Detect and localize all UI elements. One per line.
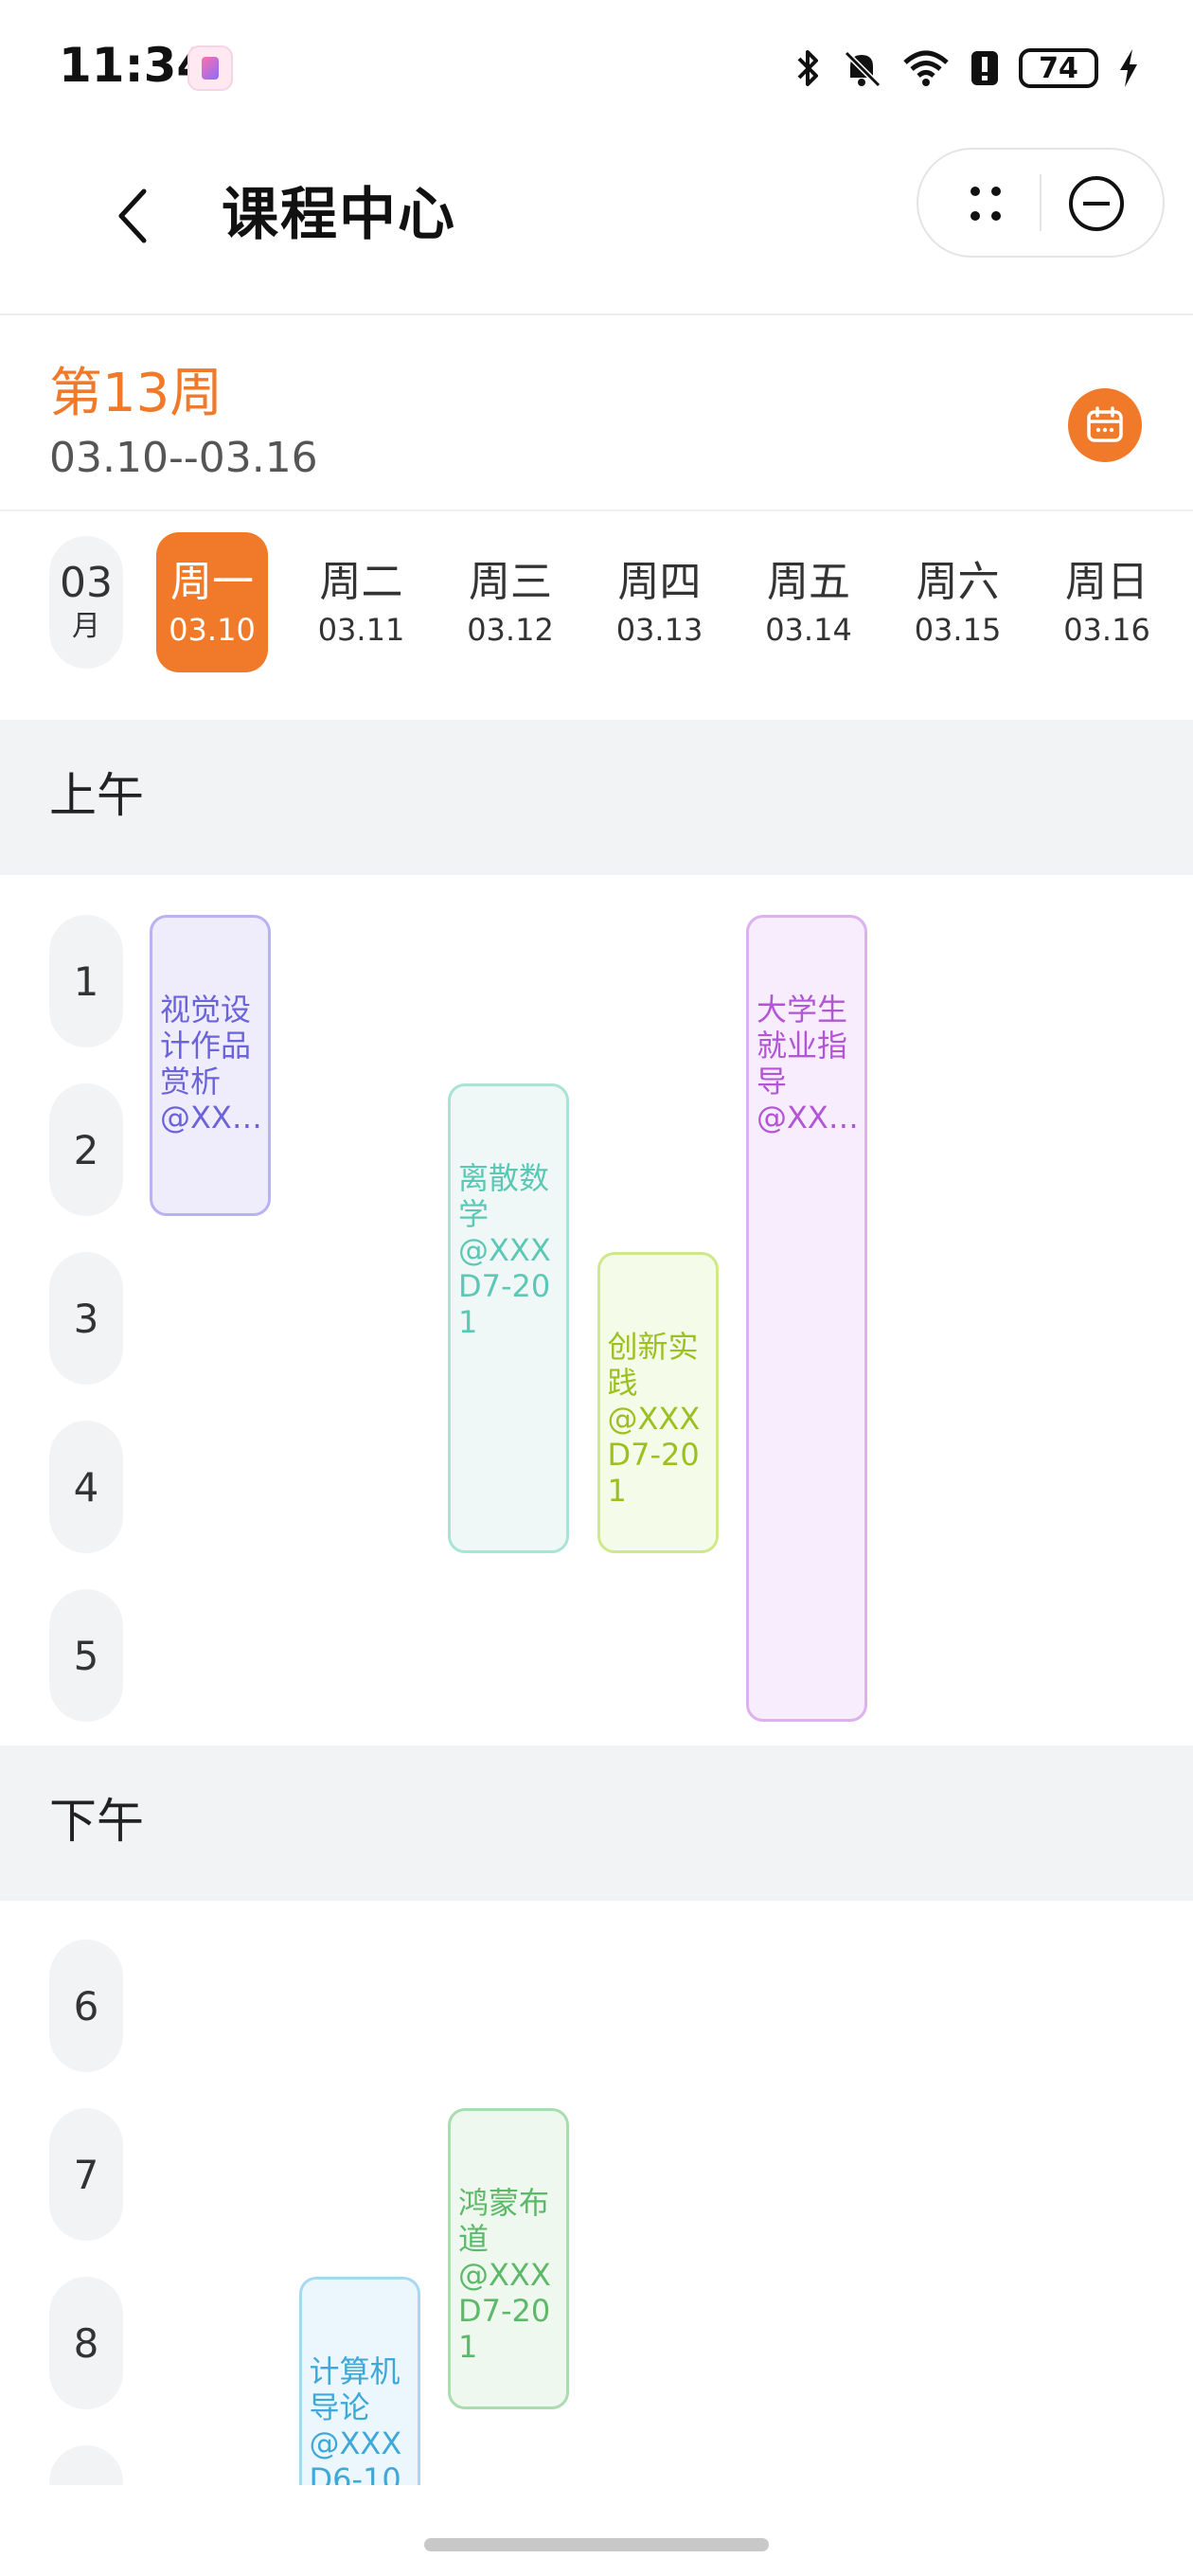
more-dots-icon bbox=[970, 187, 1001, 221]
course-location: @XX… bbox=[757, 1100, 859, 1136]
month-unit: 月 bbox=[72, 610, 100, 643]
month-indicator: 03 月 bbox=[49, 536, 123, 669]
day-name: 周五 bbox=[767, 558, 850, 606]
period-4: 4 bbox=[49, 1421, 123, 1553]
day-name: 周四 bbox=[617, 558, 702, 606]
period-2: 2 bbox=[49, 1083, 123, 1216]
day-column-7[interactable]: 周日 03.16 bbox=[1051, 532, 1163, 672]
day-date: 03.15 bbox=[914, 612, 1002, 648]
course-title: 离散数学 bbox=[458, 1160, 550, 1232]
course-card[interactable]: 大学生就业指导 @XX… bbox=[746, 915, 867, 1722]
battery-icon: 74 bbox=[1019, 48, 1098, 88]
day-column-6[interactable]: 周六 03.15 bbox=[902, 532, 1014, 672]
wifi-icon bbox=[903, 50, 949, 86]
afternoon-section-label: 下午 bbox=[49, 1794, 144, 1849]
minus-circle-icon bbox=[1069, 176, 1124, 231]
day-date: 03.14 bbox=[765, 612, 852, 648]
period-3: 3 bbox=[49, 1252, 123, 1385]
close-mini-program-button[interactable] bbox=[1053, 167, 1148, 241]
course-title: 计算机导论 bbox=[309, 2353, 401, 2425]
course-location: @XXX D7-201 bbox=[458, 1232, 551, 1340]
month-number: 03 bbox=[60, 559, 113, 607]
course-title: 大学生就业指导 bbox=[757, 992, 848, 1100]
header-divider bbox=[0, 313, 1193, 315]
day-date: 03.13 bbox=[615, 612, 703, 648]
alert-icon bbox=[971, 51, 998, 85]
course-title: 视觉设计作品赏析 bbox=[160, 992, 252, 1100]
day-column-4[interactable]: 周四 03.13 bbox=[604, 532, 716, 672]
calendar-button[interactable] bbox=[1068, 388, 1142, 462]
day-column-3[interactable]: 周三 03.12 bbox=[454, 532, 566, 672]
course-location: @XXX D6-101 bbox=[309, 2425, 402, 2485]
day-name: 周一 bbox=[170, 558, 254, 606]
period-8: 8 bbox=[49, 2277, 123, 2409]
period-partial bbox=[49, 2445, 123, 2485]
day-column-5[interactable]: 周五 03.14 bbox=[753, 532, 864, 672]
course-card[interactable]: 计算机导论@XXX D6-101 bbox=[298, 2277, 420, 2485]
course-location: @XXX D7-201 bbox=[458, 2257, 551, 2365]
morning-section-label: 上午 bbox=[49, 768, 144, 823]
period-6: 6 bbox=[49, 1940, 123, 2072]
status-icons: 74 bbox=[793, 42, 1140, 95]
day-date: 03.16 bbox=[1063, 612, 1150, 648]
period-5: 5 bbox=[49, 1589, 123, 1722]
course-title: 鸿蒙布道 bbox=[458, 2185, 550, 2257]
course-card[interactable]: 离散数学 @XXX D7-201 bbox=[448, 1083, 569, 1553]
day-column-2[interactable]: 周二 03.11 bbox=[306, 532, 418, 672]
day-column-1[interactable]: 周一 03.10 bbox=[156, 532, 268, 672]
period-7: 7 bbox=[49, 2108, 123, 2241]
day-name: 周三 bbox=[469, 558, 552, 606]
chevron-left-icon bbox=[118, 188, 147, 243]
course-card[interactable]: 鸿蒙布道 @XXX D7-201 bbox=[448, 2108, 569, 2409]
course-location: @XXX D7-201 bbox=[607, 1401, 701, 1509]
day-name: 周日 bbox=[1065, 558, 1148, 606]
day-date: 03.10 bbox=[169, 612, 256, 648]
calendar-icon bbox=[1087, 406, 1123, 442]
week-divider bbox=[0, 510, 1193, 511]
course-location: @XX… bbox=[160, 1100, 262, 1136]
app-notification-icon bbox=[187, 45, 233, 91]
afternoon-section-band bbox=[0, 1745, 1193, 1901]
day-date: 03.11 bbox=[317, 612, 405, 648]
course-card[interactable]: 创新实践 @XXX D7-201 bbox=[596, 1252, 719, 1553]
period-1: 1 bbox=[49, 915, 123, 1047]
week-label: 第13周 bbox=[49, 363, 223, 424]
morning-section-band bbox=[0, 720, 1193, 875]
more-button[interactable] bbox=[937, 167, 1032, 241]
capsule-divider bbox=[1040, 174, 1042, 231]
week-range: 03.10--03.16 bbox=[49, 434, 318, 482]
charging-icon bbox=[1120, 49, 1137, 87]
mute-icon bbox=[844, 50, 881, 88]
page-title: 课程中心 bbox=[222, 182, 456, 248]
battery-level: 74 bbox=[1039, 51, 1078, 85]
day-name: 周二 bbox=[319, 558, 403, 606]
course-title: 创新实践 bbox=[607, 1329, 699, 1401]
course-card[interactable]: 视觉设计作品赏析 @XX… bbox=[150, 915, 271, 1216]
day-name: 周六 bbox=[916, 558, 1000, 606]
back-button[interactable] bbox=[95, 169, 170, 263]
home-indicator[interactable] bbox=[424, 2538, 769, 2551]
bluetooth-icon bbox=[797, 50, 818, 86]
day-date: 03.12 bbox=[467, 612, 554, 648]
